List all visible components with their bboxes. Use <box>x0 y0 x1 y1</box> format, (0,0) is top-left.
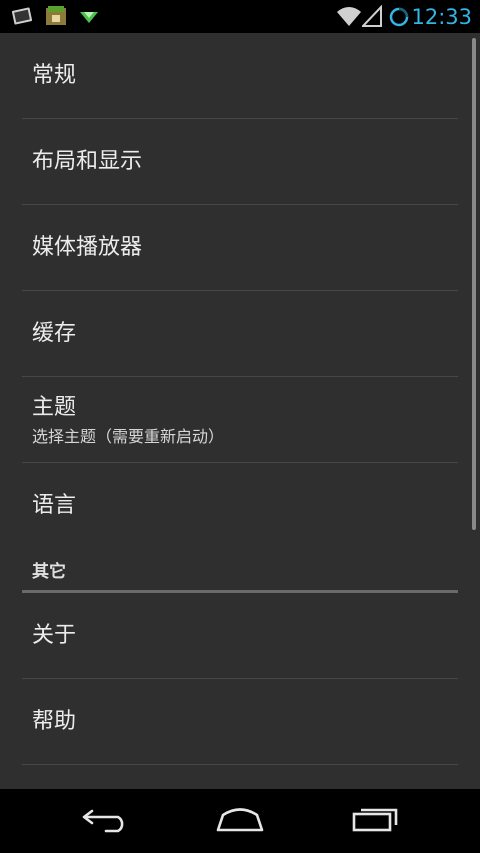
pref-summary: 选择主题（需要重新启动） <box>32 427 225 446</box>
pref-general[interactable]: 常规 <box>22 33 458 119</box>
pref-title: 常规 <box>32 63 77 88</box>
navigation-bar <box>0 789 480 853</box>
pref-title: 媒体播放器 <box>32 235 143 260</box>
screenshot-icon <box>11 5 33 27</box>
pref-title: 布局和显示 <box>32 149 143 174</box>
category-label: 其它 <box>32 562 66 582</box>
pref-help[interactable]: 帮助 <box>22 679 458 765</box>
pref-title: 主题 <box>32 395 77 420</box>
home-button[interactable] <box>200 801 280 841</box>
recent-apps-icon <box>351 805 399 837</box>
scrollbar[interactable] <box>472 38 476 530</box>
preferences-list: 常规 布局和显示 媒体播放器 缓存 主题 选择主题（需要重新启动） 语言 其它 … <box>0 33 480 789</box>
download-arrow-icon <box>78 5 100 27</box>
recent-apps-button[interactable] <box>335 801 415 841</box>
pref-theme[interactable]: 主题 选择主题（需要重新启动） <box>22 377 458 463</box>
home-icon <box>215 805 265 837</box>
signal-icon <box>360 4 382 27</box>
pref-title: 帮助 <box>32 709 77 734</box>
pref-title: 缓存 <box>32 321 77 346</box>
back-icon <box>82 805 130 837</box>
status-bar: 12:33 <box>0 0 480 33</box>
status-clock: 12:33 <box>411 5 472 29</box>
back-button[interactable] <box>66 801 146 841</box>
pref-cache[interactable]: 缓存 <box>22 291 458 377</box>
category-header-other: 其它 <box>22 549 458 593</box>
sync-progress-icon <box>388 6 410 28</box>
pref-layout-display[interactable]: 布局和显示 <box>22 119 458 205</box>
wifi-icon <box>336 4 362 28</box>
pref-language[interactable]: 语言 <box>22 463 458 549</box>
pref-about[interactable]: 关于 <box>22 593 458 679</box>
pref-title: 语言 <box>32 493 77 518</box>
pref-title: 关于 <box>32 623 77 648</box>
pref-media-player[interactable]: 媒体播放器 <box>22 205 458 291</box>
android-app-icon <box>45 5 67 27</box>
